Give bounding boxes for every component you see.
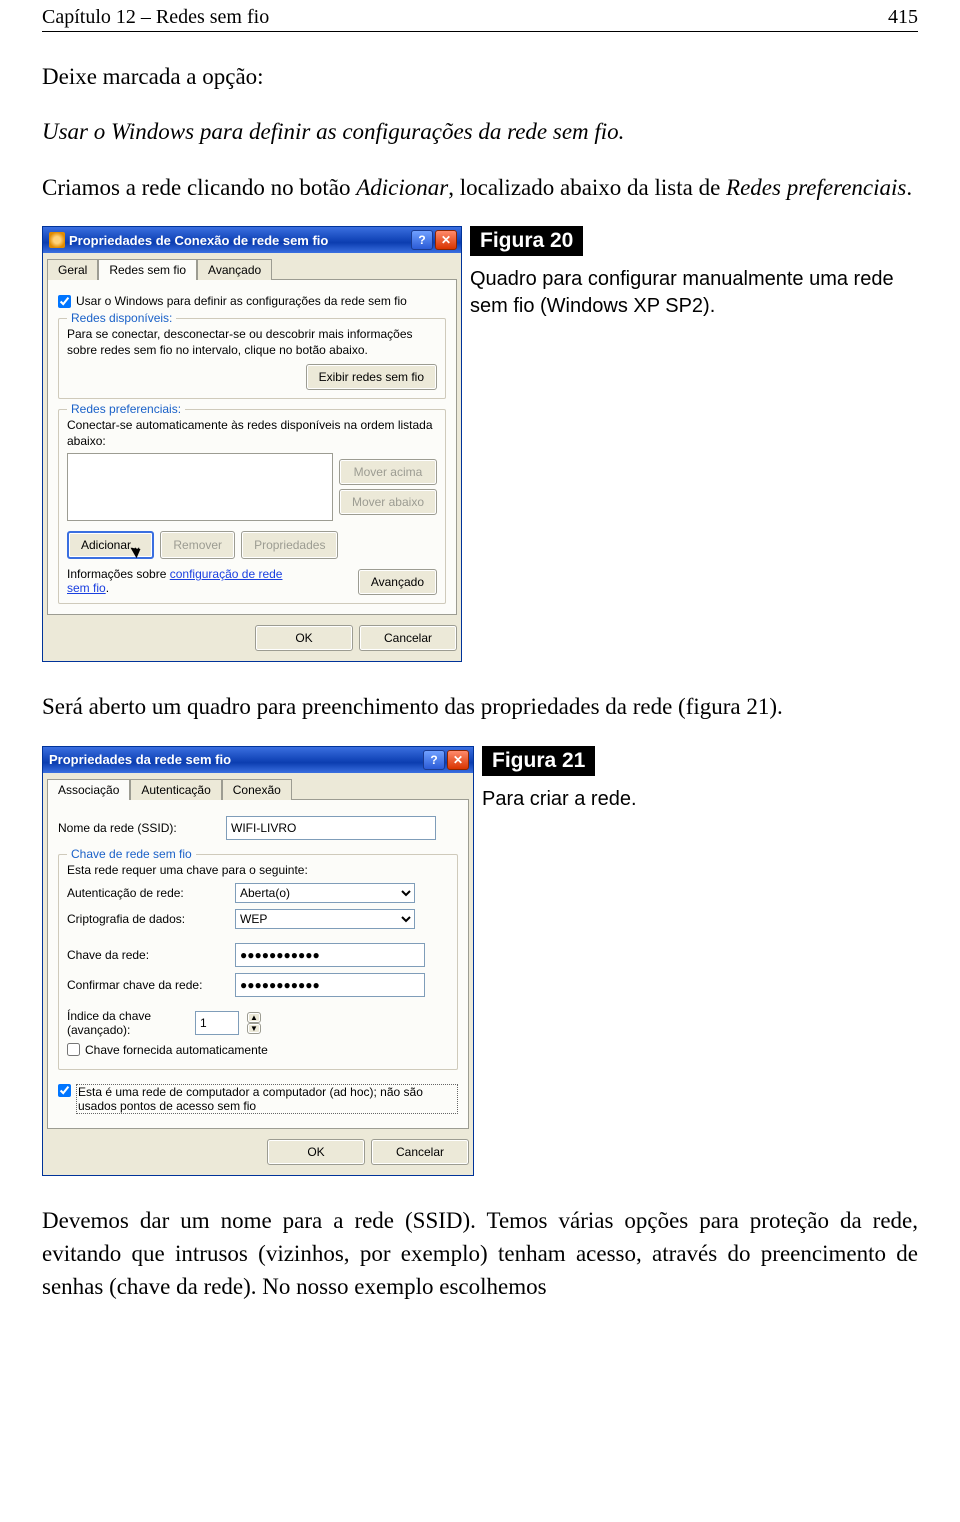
adhoc-checkbox-input[interactable] xyxy=(58,1084,71,1097)
available-desc: Para se conectar, desconectar-se ou desc… xyxy=(67,327,437,358)
group-preferred: Redes preferenciais: xyxy=(67,402,185,416)
tab-autenticacao[interactable]: Autenticação xyxy=(130,779,221,800)
fig21-label: Figura 21 xyxy=(482,746,595,776)
para-5: Devemos dar um nome para a rede (SSID). … xyxy=(42,1204,918,1304)
key-confirm-input[interactable] xyxy=(235,973,425,997)
tab-avancado[interactable]: Avançado xyxy=(197,259,272,280)
help-icon[interactable]: ? xyxy=(423,750,445,770)
xp-window-properties: Propriedades de Conexão de rede sem fio … xyxy=(42,226,462,662)
auth-label: Autenticação de rede: xyxy=(67,886,227,900)
page-number: 415 xyxy=(888,6,918,29)
para-3: Criamos a rede clicando no botão Adicion… xyxy=(42,171,918,204)
remove-button[interactable]: Remover xyxy=(160,531,235,559)
group-key: Chave de rede sem fio xyxy=(67,847,196,861)
tab-geral[interactable]: Geral xyxy=(47,259,98,280)
titlebar-2[interactable]: Propriedades da rede sem fio ? ✕ xyxy=(43,747,473,773)
tab-conexao[interactable]: Conexão xyxy=(222,779,292,800)
fig20-caption: Quadro para configurar manualmente uma r… xyxy=(470,266,918,320)
use-windows-checkbox-input[interactable] xyxy=(58,295,71,308)
key-index-label: Índice da chave (avançado): xyxy=(67,1009,187,1037)
ssid-label: Nome da rede (SSID): xyxy=(58,821,218,835)
show-networks-button[interactable]: Exibir redes sem fio xyxy=(306,364,437,390)
auto-key-checkbox[interactable]: Chave fornecida automaticamente xyxy=(67,1043,449,1057)
move-up-button[interactable]: Mover acima xyxy=(339,459,437,485)
advanced-button[interactable]: Avançado xyxy=(358,569,437,595)
use-windows-checkbox[interactable]: Usar o Windows para definir as configura… xyxy=(58,294,446,308)
crypt-label: Criptografia de dados: xyxy=(67,912,227,926)
para-1: Deixe marcada a opção: xyxy=(42,60,918,93)
xp-window-wifi-props: Propriedades da rede sem fio ? ✕ Associa… xyxy=(42,746,474,1176)
close-icon[interactable]: ✕ xyxy=(435,230,457,250)
stepper-up[interactable]: ▲ xyxy=(247,1012,261,1023)
add-button[interactable]: Adicionar... xyxy=(67,531,154,559)
window-title: Propriedades de Conexão de rede sem fio xyxy=(69,233,328,248)
running-head: Capítulo 12 – Redes sem fio 415 xyxy=(42,0,918,32)
key-index-input[interactable] xyxy=(195,1011,239,1035)
preferred-list[interactable] xyxy=(67,453,333,521)
cancel-button[interactable]: Cancelar xyxy=(359,625,457,651)
close-icon[interactable]: ✕ xyxy=(447,750,469,770)
fig21-caption: Para criar a rede. xyxy=(482,786,918,813)
cancel-button-2[interactable]: Cancelar xyxy=(371,1139,469,1165)
properties-button[interactable]: Propriedades xyxy=(241,531,338,559)
para-4: Será aberto um quadro para preenchimento… xyxy=(42,690,918,723)
help-icon[interactable]: ? xyxy=(411,230,433,250)
para-2: Usar o Windows para definir as configura… xyxy=(42,115,918,148)
window-title-2: Propriedades da rede sem fio xyxy=(49,752,231,767)
app-icon xyxy=(49,232,65,248)
key-label: Chave da rede: xyxy=(67,948,227,962)
stepper-down[interactable]: ▼ xyxy=(247,1023,261,1034)
fig20-label: Figura 20 xyxy=(470,226,583,256)
ok-button-2[interactable]: OK xyxy=(267,1139,365,1165)
config-info: Informações sobre configuração de rede s… xyxy=(67,567,297,595)
ok-button[interactable]: OK xyxy=(255,625,353,651)
req-text: Esta rede requer uma chave para o seguin… xyxy=(67,863,449,877)
auth-select[interactable]: Aberta(o) xyxy=(235,883,415,903)
ssid-input[interactable] xyxy=(226,816,436,840)
group-available: Redes disponíveis: xyxy=(67,311,176,325)
preferred-desc: Conectar-se automaticamente às redes dis… xyxy=(67,418,437,449)
tab-associacao[interactable]: Associação xyxy=(47,779,130,800)
adhoc-checkbox[interactable]: Esta é uma rede de computador a computad… xyxy=(58,1084,458,1114)
move-down-button[interactable]: Mover abaixo xyxy=(339,489,437,515)
key-confirm-label: Confirmar chave da rede: xyxy=(67,978,227,992)
chapter-title: Capítulo 12 – Redes sem fio xyxy=(42,6,269,29)
titlebar[interactable]: Propriedades de Conexão de rede sem fio … xyxy=(43,227,461,253)
key-input[interactable] xyxy=(235,943,425,967)
tab-redes-sem-fio[interactable]: Redes sem fio xyxy=(98,259,197,280)
crypt-select[interactable]: WEP xyxy=(235,909,415,929)
auto-key-checkbox-input[interactable] xyxy=(67,1043,80,1056)
